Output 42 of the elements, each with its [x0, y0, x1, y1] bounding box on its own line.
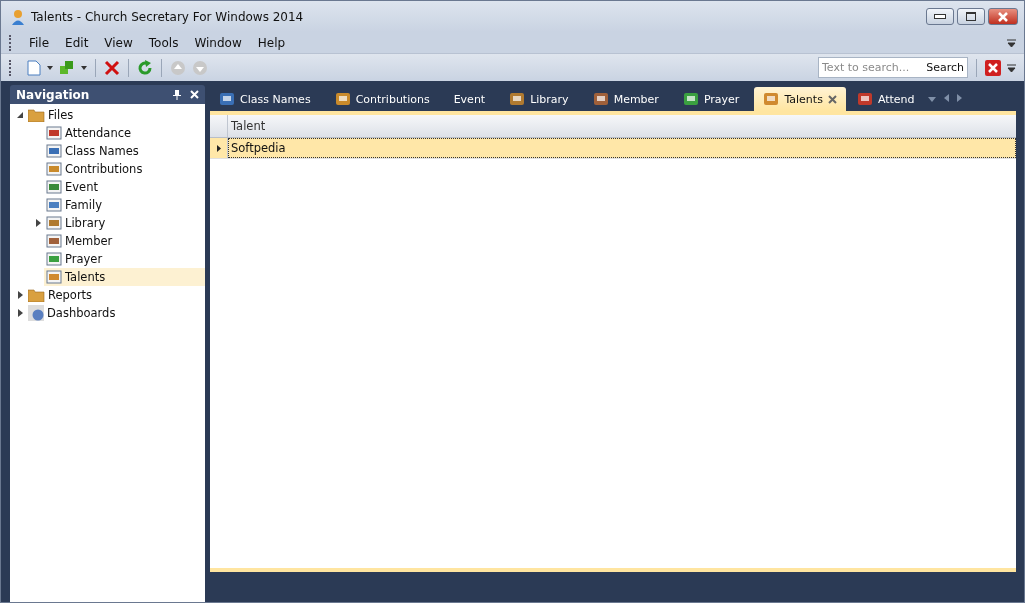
tree-label: Member	[65, 234, 113, 248]
menu-item[interactable]: Edit	[57, 35, 97, 50]
menu-item[interactable]: Help	[249, 35, 294, 50]
tree-label: Prayer	[65, 252, 103, 266]
tree-label: Dashboards	[47, 306, 116, 320]
tree-label: Family	[65, 198, 102, 212]
tab[interactable]: Library	[500, 87, 578, 111]
tree-label: Class Names	[65, 144, 139, 158]
tree-label: Talents	[65, 270, 106, 284]
tree-item[interactable]: Class Names	[10, 142, 205, 160]
tree-label: Attendance	[65, 126, 132, 140]
tree-item[interactable]: Files	[10, 106, 205, 124]
menu-item[interactable]: Tools	[140, 35, 187, 50]
tree-item[interactable]: Prayer	[10, 250, 205, 268]
search-button[interactable]: Search	[923, 61, 967, 74]
tab[interactable]: Class Names	[210, 87, 320, 111]
menu-item[interactable]: View	[96, 35, 141, 50]
tree-item[interactable]: Event	[10, 178, 205, 196]
tab[interactable]: Event	[444, 87, 495, 111]
tab[interactable]: Member	[583, 87, 668, 111]
tree-item[interactable]: Family	[10, 196, 205, 214]
tree-item[interactable]: Attendance	[10, 124, 205, 142]
tab[interactable]: Attend	[847, 87, 924, 111]
window-title: Talents - Church Secretary For Windows 2014	[31, 9, 304, 24]
panel-title: Navigation	[16, 87, 90, 102]
tab[interactable]: Prayer	[673, 87, 749, 111]
menu-item[interactable]: File	[21, 35, 58, 50]
menu-item[interactable]: Window	[186, 35, 250, 50]
tree-item[interactable]: Library	[10, 214, 205, 232]
search-field[interactable]: Text to search... Search	[818, 57, 968, 78]
tree-item[interactable]: Member	[10, 232, 205, 250]
tree-label: Reports	[48, 288, 93, 302]
tree-label: Contributions	[65, 162, 143, 176]
tree-item[interactable]: Contributions	[10, 160, 205, 178]
tab[interactable]: Contributions	[325, 87, 439, 111]
tree-label: Files	[48, 108, 74, 122]
tree-label: Library	[65, 216, 106, 230]
tree-item[interactable]: Reports	[10, 286, 205, 304]
tree-label: Event	[65, 180, 98, 194]
tree-item[interactable]: Dashboards	[10, 304, 205, 322]
tab[interactable]: Talents	[754, 87, 846, 111]
column-header[interactable]: Talent	[228, 115, 269, 137]
